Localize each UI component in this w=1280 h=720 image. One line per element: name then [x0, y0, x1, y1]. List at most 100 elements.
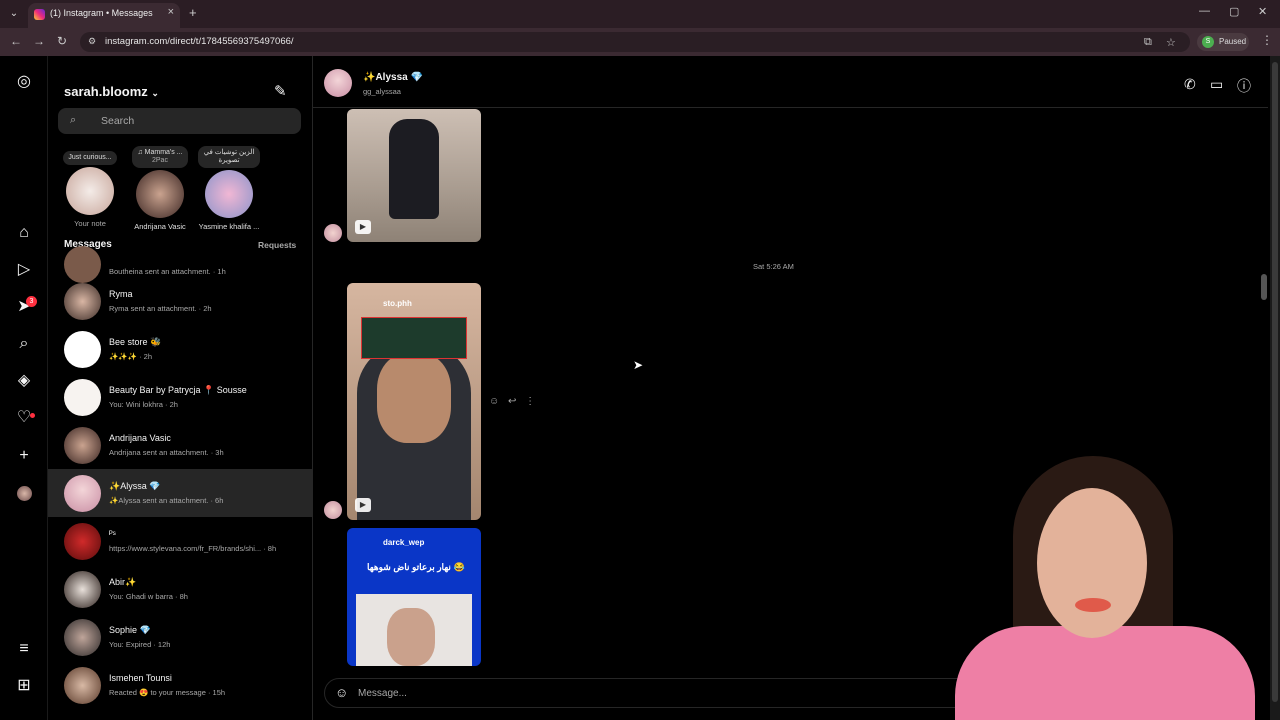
browser-profile-button[interactable]: S Paused	[1197, 33, 1249, 51]
browser-tab-bar: ⌄ (1) Instagram • Messages × + — ▢ ✕	[0, 0, 1280, 28]
forward-icon[interactable]: →	[33, 34, 45, 48]
conversation-name: Beauty Bar by Patrycja 📍 Sousse	[109, 385, 247, 395]
avatar	[64, 619, 101, 656]
emoji-icon[interactable]: ☺	[335, 685, 348, 700]
conversation-name: Bee store 🐝	[109, 337, 162, 347]
note-andrijana[interactable]: ♫ Mamma's ... 2Pac Andrijana Vasic	[126, 146, 194, 231]
note-your-note[interactable]: Just curious... Your note	[56, 146, 124, 228]
instagram-logo-icon[interactable]: ◎	[14, 72, 34, 92]
tab-close-icon[interactable]: ×	[168, 6, 174, 18]
back-icon[interactable]: ←	[10, 34, 22, 48]
contact-name[interactable]: ✨Alyssa 💎	[363, 72, 423, 83]
minimize-icon[interactable]: —	[1199, 5, 1210, 17]
bookmark-star-icon[interactable]: ☆	[1166, 36, 1176, 49]
browser-tab[interactable]: (1) Instagram • Messages ×	[28, 3, 180, 28]
search-input[interactable]	[58, 108, 301, 134]
message-timestamp: Sat 5:26 AM	[753, 262, 794, 271]
reel-icon: ▶	[355, 498, 371, 512]
note-label: Andrijana Vasic	[134, 222, 186, 231]
avatar	[205, 170, 253, 218]
url-text[interactable]: instagram.com/direct/t/17845569375497066…	[105, 36, 294, 47]
conversation-name: Ryma	[109, 289, 133, 299]
search-placeholder: Search	[101, 115, 135, 127]
address-bar[interactable]: ⚙ instagram.com/direct/t/178455693754970…	[80, 32, 1190, 52]
phone-call-icon[interactable]: ✆	[1184, 76, 1196, 93]
note-label: Yasmine khalifa ...	[198, 222, 260, 231]
reload-icon[interactable]: ↻	[57, 34, 67, 48]
chat-header: ✨Alyssa 💎 gg_alyssaa ✆ ▭ ⓘ	[313, 56, 1268, 108]
conversation-item[interactable]: ᴾˢ https://www.stylevana.com/fr_FR/brand…	[48, 517, 312, 565]
sender-avatar	[324, 501, 342, 519]
shared-post[interactable]: darck_wep نهار برعاتو ناض شوهها 😂	[347, 528, 481, 666]
notification-dot	[30, 413, 35, 418]
site-info-icon[interactable]: ⚙	[88, 36, 96, 47]
avatar	[66, 167, 114, 215]
apps-icon[interactable]: ⊞	[14, 676, 34, 696]
home-icon[interactable]: ⌂	[14, 223, 34, 243]
reel-icon: ▶	[355, 220, 371, 234]
avatar	[64, 427, 101, 464]
account-switcher[interactable]: sarah.bloomz ⌄	[64, 84, 159, 99]
webcam-lips	[1075, 598, 1111, 612]
shared-reel[interactable]: sto.phh ▶	[347, 283, 481, 520]
conversation-preview: Boutheina sent an attachment. · 1h	[109, 267, 226, 276]
video-call-icon[interactable]: ▭	[1210, 76, 1223, 93]
conversation-item[interactable]: Andrijana Vasic Andrijana sent an attach…	[48, 421, 312, 469]
chat-scrollbar[interactable]	[1261, 274, 1267, 300]
more-menu-icon[interactable]: ≡	[14, 639, 34, 659]
conversation-item[interactable]: Beauty Bar by Patrycja 📍 Sousse You: Win…	[48, 373, 312, 421]
conversation-item[interactable]: Sophie 💎 You: Expired · 12h	[48, 613, 312, 661]
post-image-face	[387, 608, 435, 666]
explore-icon[interactable]: ◈	[14, 371, 34, 391]
music-icon: ♫	[137, 149, 145, 156]
shared-reel[interactable]: ▶	[347, 109, 481, 242]
instagram-app: ◎ ⌂ ▷ ➤ 3 ⌕ ◈ ♡ + ≡ ⊞ sarah.bloomz ⌄ ✎ ⌕…	[0, 56, 1280, 720]
contact-avatar[interactable]	[324, 69, 352, 97]
avatar	[64, 283, 101, 320]
reply-icon[interactable]: ↩	[508, 396, 516, 407]
contact-handle[interactable]: gg_alyssaa	[363, 87, 401, 96]
info-icon[interactable]: ⓘ	[1237, 76, 1251, 96]
conversation-preview: Andrijana sent an attachment. · 3h	[109, 448, 224, 457]
search-icon: ⌕	[70, 114, 77, 126]
note-bubble: ♫ Mamma's ... 2Pac	[132, 146, 188, 168]
conversation-item[interactable]: Abir✨ You: Ghadi w barra · 8h	[48, 565, 312, 613]
inbox-panel: sarah.bloomz ⌄ ✎ ⌕ Search Just curious..…	[48, 56, 313, 720]
conversation-preview: Reacted 😍 to your message · 15h	[109, 688, 226, 697]
reel-chat-overlay	[361, 317, 467, 359]
new-message-icon[interactable]: ✎	[274, 82, 287, 100]
new-tab-icon[interactable]: +	[189, 5, 197, 20]
conversation-item[interactable]: Bee store 🐝 ✨✨✨ · 2h	[48, 325, 312, 373]
note-bubble: الزين توشيات في تصويرة	[198, 146, 260, 168]
tab-search-icon[interactable]: ⌄	[6, 6, 22, 22]
browser-menu-icon[interactable]: ⋮	[1261, 33, 1273, 47]
notifications-heart-icon[interactable]: ♡	[14, 408, 34, 428]
reels-icon[interactable]: ▷	[14, 260, 34, 280]
maximize-icon[interactable]: ▢	[1229, 5, 1239, 18]
conversation-preview: You: Wini lokhra · 2h	[109, 400, 178, 409]
browser-toolbar: ← → ↻ ⚙ instagram.com/direct/t/178455693…	[0, 28, 1280, 56]
create-plus-icon[interactable]: +	[14, 446, 34, 466]
note-yasmine[interactable]: الزين توشيات في تصويرة Yasmine khalifa .…	[195, 146, 263, 231]
conversation-item[interactable]: Ismehen Tounsi Reacted 😍 to your message…	[48, 661, 312, 709]
reel-thumbnail	[389, 119, 439, 219]
react-emoji-icon[interactable]: ☺	[489, 396, 499, 407]
page-scrollbar-thumb[interactable]	[1272, 62, 1278, 702]
tab-title: (1) Instagram • Messages	[50, 8, 153, 18]
search-icon[interactable]: ⌕	[14, 334, 34, 354]
avatar	[64, 523, 101, 560]
avatar	[64, 667, 101, 704]
conversation-item-active[interactable]: ✨Alyssa 💎 ✨Alyssa sent an attachment. · …	[48, 469, 312, 517]
conversation-item[interactable]: Ryma Ryma sent an attachment. · 2h	[48, 277, 312, 325]
conversation-preview: https://www.stylevana.com/fr_FR/brands/s…	[109, 544, 277, 553]
profile-avatar-icon[interactable]	[17, 486, 32, 501]
conversation-preview: Ryma sent an attachment. · 2h	[109, 304, 212, 313]
reel-username: sto.phh	[383, 299, 412, 308]
conversation-preview: You: Expired · 12h	[109, 640, 171, 649]
more-options-icon[interactable]: ⋮	[525, 396, 535, 407]
instagram-favicon-icon	[34, 9, 45, 20]
install-app-icon[interactable]: ⧉	[1144, 36, 1152, 49]
close-window-icon[interactable]: ✕	[1258, 5, 1267, 18]
chevron-down-icon: ⌄	[151, 88, 159, 98]
conversation-name: ᴾˢ	[109, 529, 116, 539]
